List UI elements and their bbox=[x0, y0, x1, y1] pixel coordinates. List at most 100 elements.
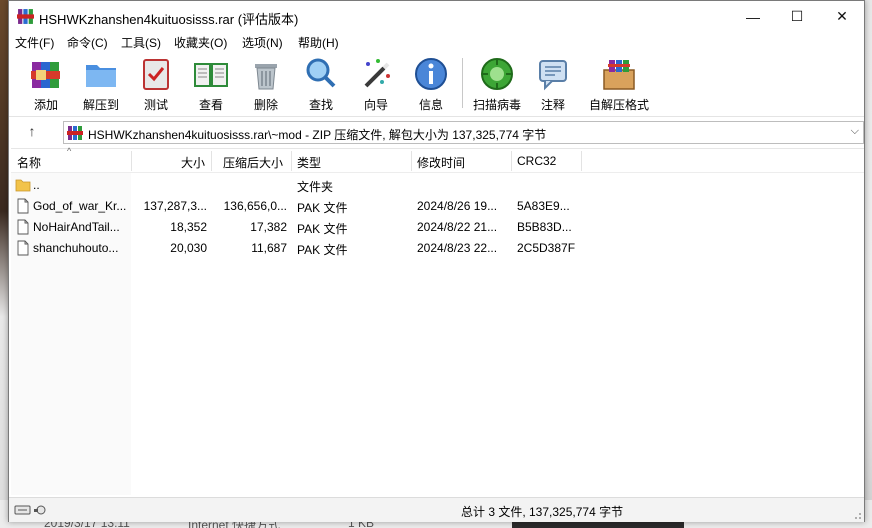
file-icon bbox=[17, 198, 29, 214]
info-icon bbox=[415, 58, 447, 90]
view-button[interactable]: 查看 bbox=[186, 56, 236, 112]
table-row[interactable]: God_of_war_Kr... 137,287,3... 136,656,0.… bbox=[11, 196, 864, 217]
path-combobox[interactable]: HSHWKzhanshen4kuituosisss.rar\~mod - ZIP… bbox=[63, 121, 864, 144]
test-icon bbox=[143, 59, 169, 90]
file-name: NoHairAndTail... bbox=[33, 220, 120, 234]
file-name: God_of_war_Kr... bbox=[33, 199, 127, 213]
chevron-down-icon[interactable]: ⌵ bbox=[851, 125, 859, 138]
sfx-button[interactable]: 自解压格式 bbox=[589, 56, 649, 112]
view-label: 查看 bbox=[198, 98, 223, 112]
comment-icon bbox=[539, 60, 567, 91]
drive-lock-icon bbox=[14, 505, 46, 515]
info-button[interactable]: 信息 bbox=[406, 56, 456, 112]
winrar-window: HSHWKzhanshen4kuituosisss.rar (评估版本) — ☐… bbox=[8, 0, 865, 522]
file-list: 名称 ^ 大小 压缩后大小 类型 修改时间 CRC32 .. 文件夹 God_o… bbox=[11, 146, 864, 495]
view-icon bbox=[194, 63, 228, 87]
window-title: HSHWKzhanshen4kuituosisss.rar (评估版本) bbox=[39, 12, 299, 27]
delete-button[interactable]: 删除 bbox=[241, 56, 291, 112]
menu-commands[interactable]: 命令(C) bbox=[67, 34, 108, 51]
file-name: shanchuhouto... bbox=[33, 241, 119, 255]
title-bar[interactable]: HSHWKzhanshen4kuituosisss.rar (评估版本) — ☐… bbox=[9, 1, 864, 32]
folder-icon bbox=[15, 179, 31, 192]
file-modified: 2024/8/26 19... bbox=[417, 199, 498, 213]
table-row[interactable]: NoHairAndTail... 18,352 17,382 PAK 文件 20… bbox=[11, 217, 864, 238]
file-size: 18,352 bbox=[170, 220, 207, 234]
file-modified: 2024/8/22 21... bbox=[417, 220, 498, 234]
path-text: HSHWKzhanshen4kuituosisss.rar\~mod - ZIP… bbox=[88, 128, 547, 142]
add-archive-icon bbox=[31, 62, 60, 88]
find-button[interactable]: 查找 bbox=[296, 56, 346, 112]
table-row[interactable]: shanchuhouto... 20,030 11,687 PAK 文件 202… bbox=[11, 238, 864, 259]
status-bar: 总计 3 文件, 137,325,774 字节 bbox=[9, 497, 864, 522]
status-summary: 总计 3 文件, 137,325,774 字节 bbox=[461, 505, 624, 519]
column-separator[interactable] bbox=[511, 151, 512, 171]
menu-bar: 文件(F) 命令(C) 工具(S) 收藏夹(O) 选项(N) 帮助(H) bbox=[9, 32, 864, 52]
sfx-icon bbox=[603, 60, 635, 90]
maximize-button[interactable]: ☐ bbox=[774, 1, 820, 32]
file-type: PAK 文件 bbox=[297, 243, 348, 257]
resize-grip-icon[interactable] bbox=[852, 510, 862, 520]
close-icon: ✕ bbox=[836, 8, 848, 24]
column-packed-size[interactable]: 压缩后大小 bbox=[223, 154, 283, 171]
file-icon bbox=[17, 240, 29, 256]
column-type[interactable]: 类型 bbox=[297, 154, 321, 171]
minimize-button[interactable]: — bbox=[730, 1, 776, 32]
column-separator[interactable] bbox=[581, 151, 582, 171]
maximize-icon: ☐ bbox=[790, 8, 804, 24]
file-icon bbox=[17, 219, 29, 235]
file-size: 20,030 bbox=[170, 241, 207, 255]
find-label: 查找 bbox=[308, 98, 333, 112]
column-size[interactable]: 大小 bbox=[181, 154, 205, 171]
desktop-background-right bbox=[864, 0, 872, 528]
wizard-icon bbox=[364, 59, 390, 88]
file-packed-size: 136,656,0... bbox=[223, 199, 287, 213]
comment-button[interactable]: 注释 bbox=[528, 56, 578, 112]
add-button[interactable]: 添加 bbox=[21, 56, 71, 112]
menu-file[interactable]: 文件(F) bbox=[15, 34, 54, 51]
file-type: 文件夹 bbox=[297, 180, 334, 194]
file-type: PAK 文件 bbox=[297, 222, 348, 236]
sort-ascending-icon: ^ bbox=[67, 146, 72, 156]
winrar-app-icon bbox=[17, 9, 34, 24]
file-modified: 2024/8/23 22... bbox=[417, 241, 498, 255]
column-separator[interactable] bbox=[291, 151, 292, 171]
toolbar: 添加 解压到 测试 查看 删除 查找 向导 信息 扫描病毒 注释 自解压格式 bbox=[9, 52, 864, 115]
find-icon bbox=[306, 58, 336, 88]
file-packed-size: 11,687 bbox=[251, 241, 287, 255]
file-type: PAK 文件 bbox=[297, 201, 348, 215]
column-separator[interactable] bbox=[211, 151, 212, 171]
menu-tools[interactable]: 工具(S) bbox=[121, 34, 161, 51]
wizard-button[interactable]: 向导 bbox=[351, 56, 401, 112]
file-packed-size: 17,382 bbox=[250, 220, 287, 234]
delete-icon bbox=[255, 64, 277, 90]
address-bar: ↑ HSHWKzhanshen4kuituosisss.rar\~mod - Z… bbox=[9, 116, 864, 147]
column-modified[interactable]: 修改时间 bbox=[417, 154, 465, 171]
file-crc32: 2C5D387F bbox=[517, 241, 576, 255]
info-label: 信息 bbox=[418, 98, 443, 112]
column-separator[interactable] bbox=[411, 151, 412, 171]
file-size: 137,287,3... bbox=[143, 199, 207, 213]
test-button[interactable]: 测试 bbox=[131, 56, 181, 112]
list-header: 名称 ^ 大小 压缩后大小 类型 修改时间 CRC32 bbox=[11, 146, 864, 173]
add-label: 添加 bbox=[33, 98, 58, 112]
up-one-level-button[interactable]: ↑ bbox=[23, 123, 41, 141]
menu-favorites[interactable]: 收藏夹(O) bbox=[174, 34, 227, 51]
column-crc32[interactable]: CRC32 bbox=[517, 154, 556, 168]
extract-to-label: 解压到 bbox=[82, 98, 119, 112]
menu-help[interactable]: 帮助(H) bbox=[298, 34, 339, 51]
file-name: .. bbox=[33, 178, 40, 192]
list-item-parent-folder[interactable]: .. 文件夹 bbox=[11, 175, 864, 196]
column-name[interactable]: 名称 bbox=[17, 154, 41, 171]
virus-scan-button[interactable]: 扫描病毒 bbox=[472, 56, 522, 112]
sfx-label: 自解压格式 bbox=[588, 98, 649, 112]
extract-to-button[interactable]: 解压到 bbox=[76, 56, 126, 112]
delete-label: 删除 bbox=[253, 98, 278, 112]
minimize-icon: — bbox=[746, 8, 760, 25]
close-button[interactable]: ✕ bbox=[819, 1, 865, 32]
wizard-label: 向导 bbox=[363, 98, 388, 112]
virus-scan-label: 扫描病毒 bbox=[472, 98, 521, 112]
file-crc32: 5A83E9... bbox=[517, 199, 570, 213]
menu-options[interactable]: 选项(N) bbox=[242, 34, 283, 51]
archive-icon bbox=[67, 126, 83, 140]
column-separator[interactable] bbox=[131, 151, 132, 171]
